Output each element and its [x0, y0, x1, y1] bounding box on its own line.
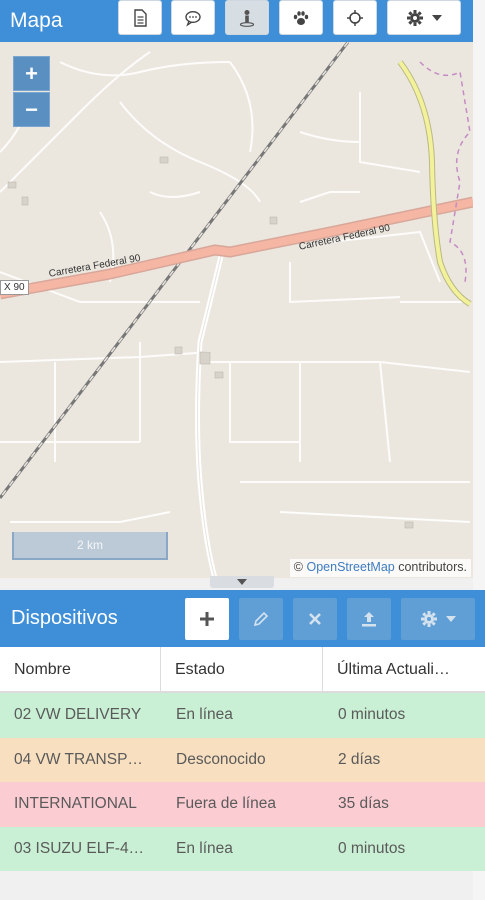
- geofence-person-icon: [239, 9, 255, 27]
- road-shield: X 90: [0, 280, 29, 295]
- map-header: Mapa: [0, 0, 473, 42]
- panel-splitter[interactable]: [210, 576, 274, 588]
- add-device-button[interactable]: [185, 598, 229, 640]
- gear-icon: [421, 611, 437, 627]
- device-name: 02 VW DELIVERY: [14, 706, 142, 724]
- map-canvas[interactable]: Carretera Federal 90 Carretera Federal 9…: [0, 42, 473, 578]
- map-tiles: [0, 42, 473, 578]
- device-status: En línea: [176, 706, 233, 724]
- scale-label: 2 km: [76, 538, 103, 552]
- devices-settings-dropdown[interactable]: [401, 598, 475, 640]
- paw-icon: [293, 10, 309, 25]
- report-button[interactable]: [118, 0, 162, 35]
- attribution-suffix: contributors.: [394, 560, 467, 574]
- device-last-update: 0 minutos: [338, 839, 406, 857]
- pencil-icon: [253, 611, 269, 627]
- zoom-out-label: −: [25, 96, 38, 122]
- map-panel: Carretera Federal 90 Carretera Federal 9…: [0, 0, 473, 578]
- column-header-last-update[interactable]: Última Actuali…: [323, 647, 485, 691]
- table-row[interactable]: 02 VW DELIVERY En línea 0 minutos: [0, 693, 485, 738]
- map-settings-dropdown[interactable]: [387, 0, 461, 35]
- gear-icon: [407, 9, 423, 26]
- upload-icon: [362, 612, 376, 627]
- zoom-in-button[interactable]: +: [13, 56, 50, 91]
- column-header-name[interactable]: Nombre: [0, 647, 161, 691]
- geofence-button[interactable]: [225, 0, 269, 35]
- attribution-prefix: ©: [293, 560, 307, 574]
- device-name: 04 VW TRANSP…: [14, 750, 143, 768]
- zoom-out-button[interactable]: −: [13, 92, 50, 127]
- plus-icon: [200, 612, 214, 626]
- chat-button[interactable]: [171, 0, 215, 35]
- chevron-down-icon: [446, 616, 456, 622]
- paw-button[interactable]: [279, 0, 323, 35]
- device-last-update: 0 minutos: [338, 706, 406, 724]
- map-title: Mapa: [10, 9, 63, 32]
- upload-button[interactable]: [347, 598, 391, 640]
- edit-device-button[interactable]: [239, 598, 283, 640]
- column-header-status[interactable]: Estado: [161, 647, 323, 691]
- chevron-down-icon: [432, 14, 442, 21]
- device-status: En línea: [176, 839, 233, 857]
- table-header: Nombre Estado Última Actuali…: [0, 647, 485, 693]
- chat-icon: [185, 10, 201, 27]
- road-shield-label: X 90: [4, 282, 25, 293]
- remove-device-button[interactable]: [293, 598, 337, 640]
- device-last-update: 35 días: [338, 795, 389, 813]
- table-row[interactable]: INTERNATIONAL Fuera de línea 35 días: [0, 782, 485, 827]
- device-status: Desconocido: [176, 750, 266, 768]
- devices-title: Dispositivos: [11, 607, 118, 629]
- devices-header: Dispositivos: [0, 590, 485, 647]
- map-attribution: © OpenStreetMap contributors.: [289, 559, 471, 577]
- collapse-arrow-icon: [237, 579, 247, 585]
- table-row[interactable]: 03 ISUZU ELF-4… En línea 0 minutos: [0, 826, 485, 871]
- devices-table: Nombre Estado Última Actuali… 02 VW DELI…: [0, 647, 485, 871]
- crosshair-icon: [347, 9, 363, 26]
- osm-link[interactable]: OpenStreetMap: [306, 560, 394, 574]
- table-row[interactable]: 04 VW TRANSP… Desconocido 2 días: [0, 737, 485, 782]
- document-icon: [134, 8, 147, 27]
- device-name: INTERNATIONAL: [14, 795, 137, 813]
- close-icon: [309, 613, 321, 625]
- scale-bar: 2 km: [12, 532, 168, 560]
- device-name: 03 ISUZU ELF-4…: [14, 839, 145, 857]
- device-status: Fuera de línea: [176, 795, 276, 813]
- device-last-update: 2 días: [338, 750, 381, 768]
- zoom-in-label: +: [25, 60, 38, 86]
- locate-button[interactable]: [333, 0, 377, 35]
